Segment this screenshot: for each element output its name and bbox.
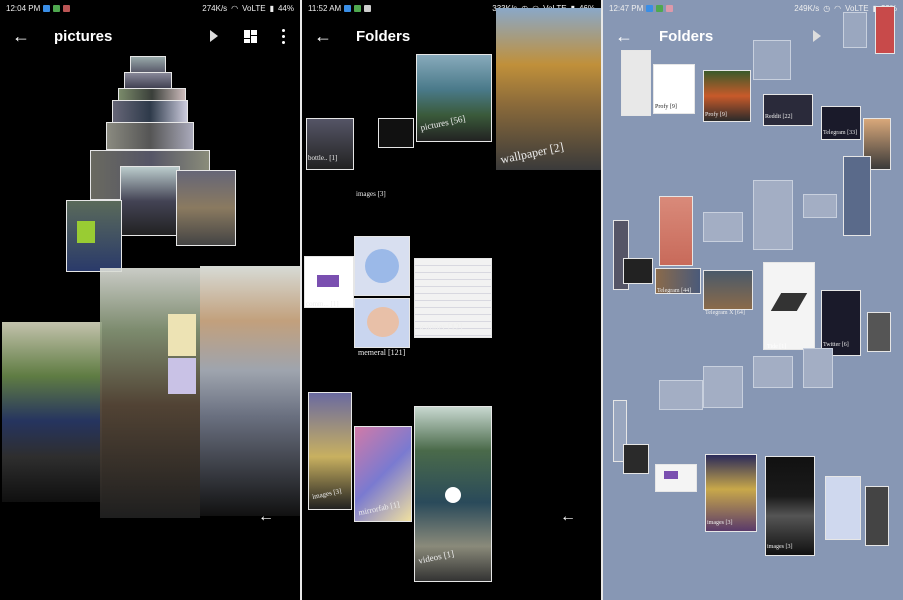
folder-label: Telegram [44] (657, 288, 692, 294)
photo-subject (77, 221, 95, 243)
notification-icon (666, 4, 674, 12)
status-time: 11:52 AM (308, 3, 342, 13)
page-title: pictures (54, 28, 113, 45)
folder-card[interactable] (753, 40, 791, 80)
grid-view-icon[interactable] (244, 30, 257, 43)
folder-label: Reddit [22] (765, 114, 793, 120)
status-time: 12:04 PM (6, 3, 41, 13)
battery-icon: ▮ (269, 3, 274, 13)
video-play-icon (445, 487, 461, 503)
folder-card[interactable] (621, 50, 651, 116)
notification-icon (43, 4, 51, 12)
notification-icon (364, 4, 372, 12)
thumbnail-graphic (365, 249, 399, 283)
folder-label: scanner [12] (418, 322, 463, 332)
wifi-icon: ◠ (231, 3, 239, 13)
status-speed: 249K/s (794, 3, 820, 13)
more-vert-icon[interactable] (282, 29, 286, 45)
folder-card[interactable] (659, 380, 703, 410)
arrow-left-icon[interactable]: ← (560, 508, 576, 526)
folder-card-bottle[interactable] (306, 118, 354, 170)
notification-icon (63, 4, 71, 12)
folder-card[interactable] (825, 476, 861, 540)
photo-thumbnail[interactable] (2, 322, 102, 502)
arrow-left-icon[interactable]: ← (258, 508, 274, 526)
arrow-left-icon[interactable]: ← (314, 26, 334, 46)
photo-thumbnail[interactable] (66, 200, 122, 272)
arrow-left-icon[interactable]: ← (615, 26, 635, 46)
photo-thumbnail[interactable] (168, 314, 196, 356)
folder-card-memeral[interactable] (354, 236, 410, 296)
folder-card[interactable] (865, 486, 889, 546)
play-icon[interactable] (210, 30, 218, 42)
folder-label: comm... [1] (306, 300, 339, 308)
page-title: Folders (659, 28, 714, 45)
folder-card[interactable] (753, 356, 793, 388)
folder-label: Profy [9] (705, 112, 727, 118)
wifi-icon: ◠ (834, 3, 842, 13)
photo-thumbnail[interactable] (200, 266, 300, 516)
toolbar: ← pictures (0, 22, 300, 52)
folder-card-tide[interactable] (763, 262, 815, 350)
photo-thumbnail[interactable] (176, 170, 236, 246)
gallery-screen-folders-spiral: 12:47 PM 249K/s ◷ ◠ VoLTE ▮ 39% ← Folder… (603, 0, 903, 600)
notification-icon (646, 4, 654, 12)
status-network: VoLTE (242, 3, 266, 13)
photo-thumbnail[interactable] (168, 358, 196, 394)
folder-label: Telegram [33] (823, 130, 858, 136)
folder-card[interactable] (803, 348, 833, 388)
folder-label: images [3] (707, 520, 733, 526)
folder-card[interactable] (378, 118, 414, 148)
folder-card-memeral[interactable] (354, 298, 410, 348)
folder-label: images [3] (767, 544, 793, 550)
thumbnail-graphic (664, 471, 678, 479)
status-time: 12:47 PM (609, 3, 644, 13)
folder-card[interactable] (659, 196, 693, 266)
folder-card-images[interactable] (765, 456, 815, 556)
thumbnail-graphic (317, 275, 339, 287)
folder-card[interactable] (803, 194, 837, 218)
bird-graphic (770, 293, 808, 311)
notification-icon (53, 4, 61, 12)
folder-card[interactable] (703, 366, 743, 408)
folder-label: Profy [9] (655, 104, 677, 110)
notification-icon (656, 4, 664, 12)
gallery-screen-pictures: 12:04 PM 274K/s ◠ VoLTE ▮ 44% ← pictures… (0, 0, 300, 600)
folder-card-reddit[interactable] (763, 94, 813, 126)
folder-label: memeral [121] (358, 348, 406, 357)
notification-icon (354, 4, 362, 12)
status-bar: 12:04 PM 274K/s ◠ VoLTE ▮ 44% (0, 0, 300, 16)
folder-card-telegram-x[interactable] (703, 270, 753, 310)
page-title: Folders (356, 28, 411, 45)
notification-icon (344, 4, 352, 12)
folder-label: Tide [1] (767, 344, 787, 350)
thumbnail-graphic (367, 307, 399, 337)
status-battery: 44% (277, 3, 294, 13)
folder-card[interactable] (867, 312, 891, 352)
alarm-icon: ◷ (823, 3, 831, 13)
status-speed: 274K/s (202, 3, 228, 13)
folder-card[interactable] (753, 180, 793, 250)
photo-thumbnail[interactable] (120, 166, 180, 236)
folder-card[interactable] (875, 6, 895, 54)
folder-card[interactable] (655, 464, 697, 492)
folder-card[interactable] (843, 12, 867, 48)
photo-thumbnail[interactable] (106, 122, 194, 150)
arrow-left-icon[interactable]: ← (12, 26, 32, 46)
folder-card[interactable] (843, 156, 871, 236)
play-icon[interactable] (813, 30, 821, 42)
folder-card[interactable] (703, 212, 743, 242)
folder-card[interactable] (623, 258, 653, 284)
photo-thumbnail[interactable] (112, 100, 188, 124)
folder-card[interactable] (623, 444, 649, 474)
folder-label: images [3] (356, 190, 386, 198)
folder-label: bottle.. [1] (308, 154, 338, 162)
folder-label: Telegram X [64] (705, 310, 745, 316)
gallery-screen-folders: 11:52 AM 333K/s ◷ ◠ VoLTE ▮ 46% ← Folder… (302, 0, 601, 600)
